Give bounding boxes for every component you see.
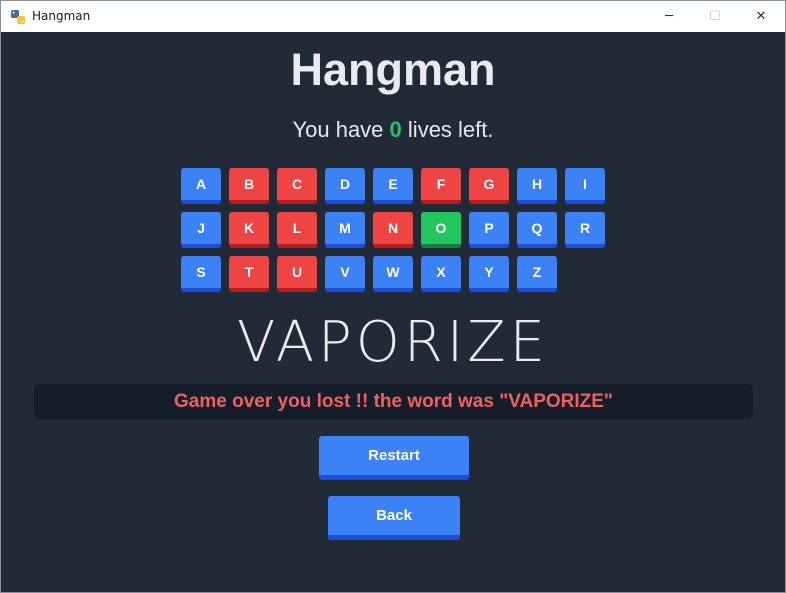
letter-key-z[interactable]: Z xyxy=(517,256,557,292)
letter-key-k[interactable]: K xyxy=(229,212,269,248)
letter-keyboard: ABCDEFGHI JKLMNOPQR STUVWXYZ xyxy=(181,168,613,298)
restart-button[interactable]: Restart xyxy=(319,436,469,480)
game-over-message: Game over you lost !! the word was "VAPO… xyxy=(174,391,613,412)
lives-count: 0 xyxy=(389,117,402,142)
letter-key-o[interactable]: O xyxy=(421,212,461,248)
revealed-word: VAPORIZE xyxy=(236,310,550,375)
letter-key-u[interactable]: U xyxy=(277,256,317,292)
letter-key-t[interactable]: T xyxy=(229,256,269,292)
close-button[interactable]: ✕ xyxy=(738,1,784,32)
letter-key-g[interactable]: G xyxy=(469,168,509,204)
window-title: Hangman xyxy=(32,9,91,23)
letter-key-d[interactable]: D xyxy=(325,168,365,204)
back-button[interactable]: Back xyxy=(328,496,460,540)
letter-key-c[interactable]: C xyxy=(277,168,317,204)
letter-key-v[interactable]: V xyxy=(325,256,365,292)
title-bar[interactable]: Hangman ─ ☐ ✕ xyxy=(1,1,785,32)
lives-prefix: You have xyxy=(292,117,384,142)
letter-key-s[interactable]: S xyxy=(181,256,221,292)
letter-key-p[interactable]: P xyxy=(469,212,509,248)
game-over-banner: Game over you lost !! the word was "VAPO… xyxy=(34,384,753,419)
lives-suffix: lives left. xyxy=(407,117,494,142)
python-app-icon xyxy=(11,10,25,24)
letter-key-l[interactable]: L xyxy=(277,212,317,248)
letter-key-f[interactable]: F xyxy=(421,168,461,204)
letter-key-h[interactable]: H xyxy=(517,168,557,204)
minimize-button[interactable]: ─ xyxy=(646,1,692,32)
letter-key-m[interactable]: M xyxy=(325,212,365,248)
game-screen: Hangman You have 0 lives left. ABCDEFGHI… xyxy=(1,32,785,592)
letter-key-q[interactable]: Q xyxy=(517,212,557,248)
letter-key-w[interactable]: W xyxy=(373,256,413,292)
letter-key-i[interactable]: I xyxy=(565,168,605,204)
letter-key-x[interactable]: X xyxy=(421,256,461,292)
lives-status: You have 0 lives left. xyxy=(1,117,785,143)
letter-key-b[interactable]: B xyxy=(229,168,269,204)
game-title: Hangman xyxy=(290,44,496,95)
letter-key-e[interactable]: E xyxy=(373,168,413,204)
app-window: Hangman ─ ☐ ✕ Hangman You have 0 lives l… xyxy=(0,0,786,593)
letter-key-r[interactable]: R xyxy=(565,212,605,248)
letter-key-a[interactable]: A xyxy=(181,168,221,204)
letter-key-y[interactable]: Y xyxy=(469,256,509,292)
maximize-button[interactable]: ☐ xyxy=(692,1,738,32)
letter-key-j[interactable]: J xyxy=(181,212,221,248)
letter-key-n[interactable]: N xyxy=(373,212,413,248)
